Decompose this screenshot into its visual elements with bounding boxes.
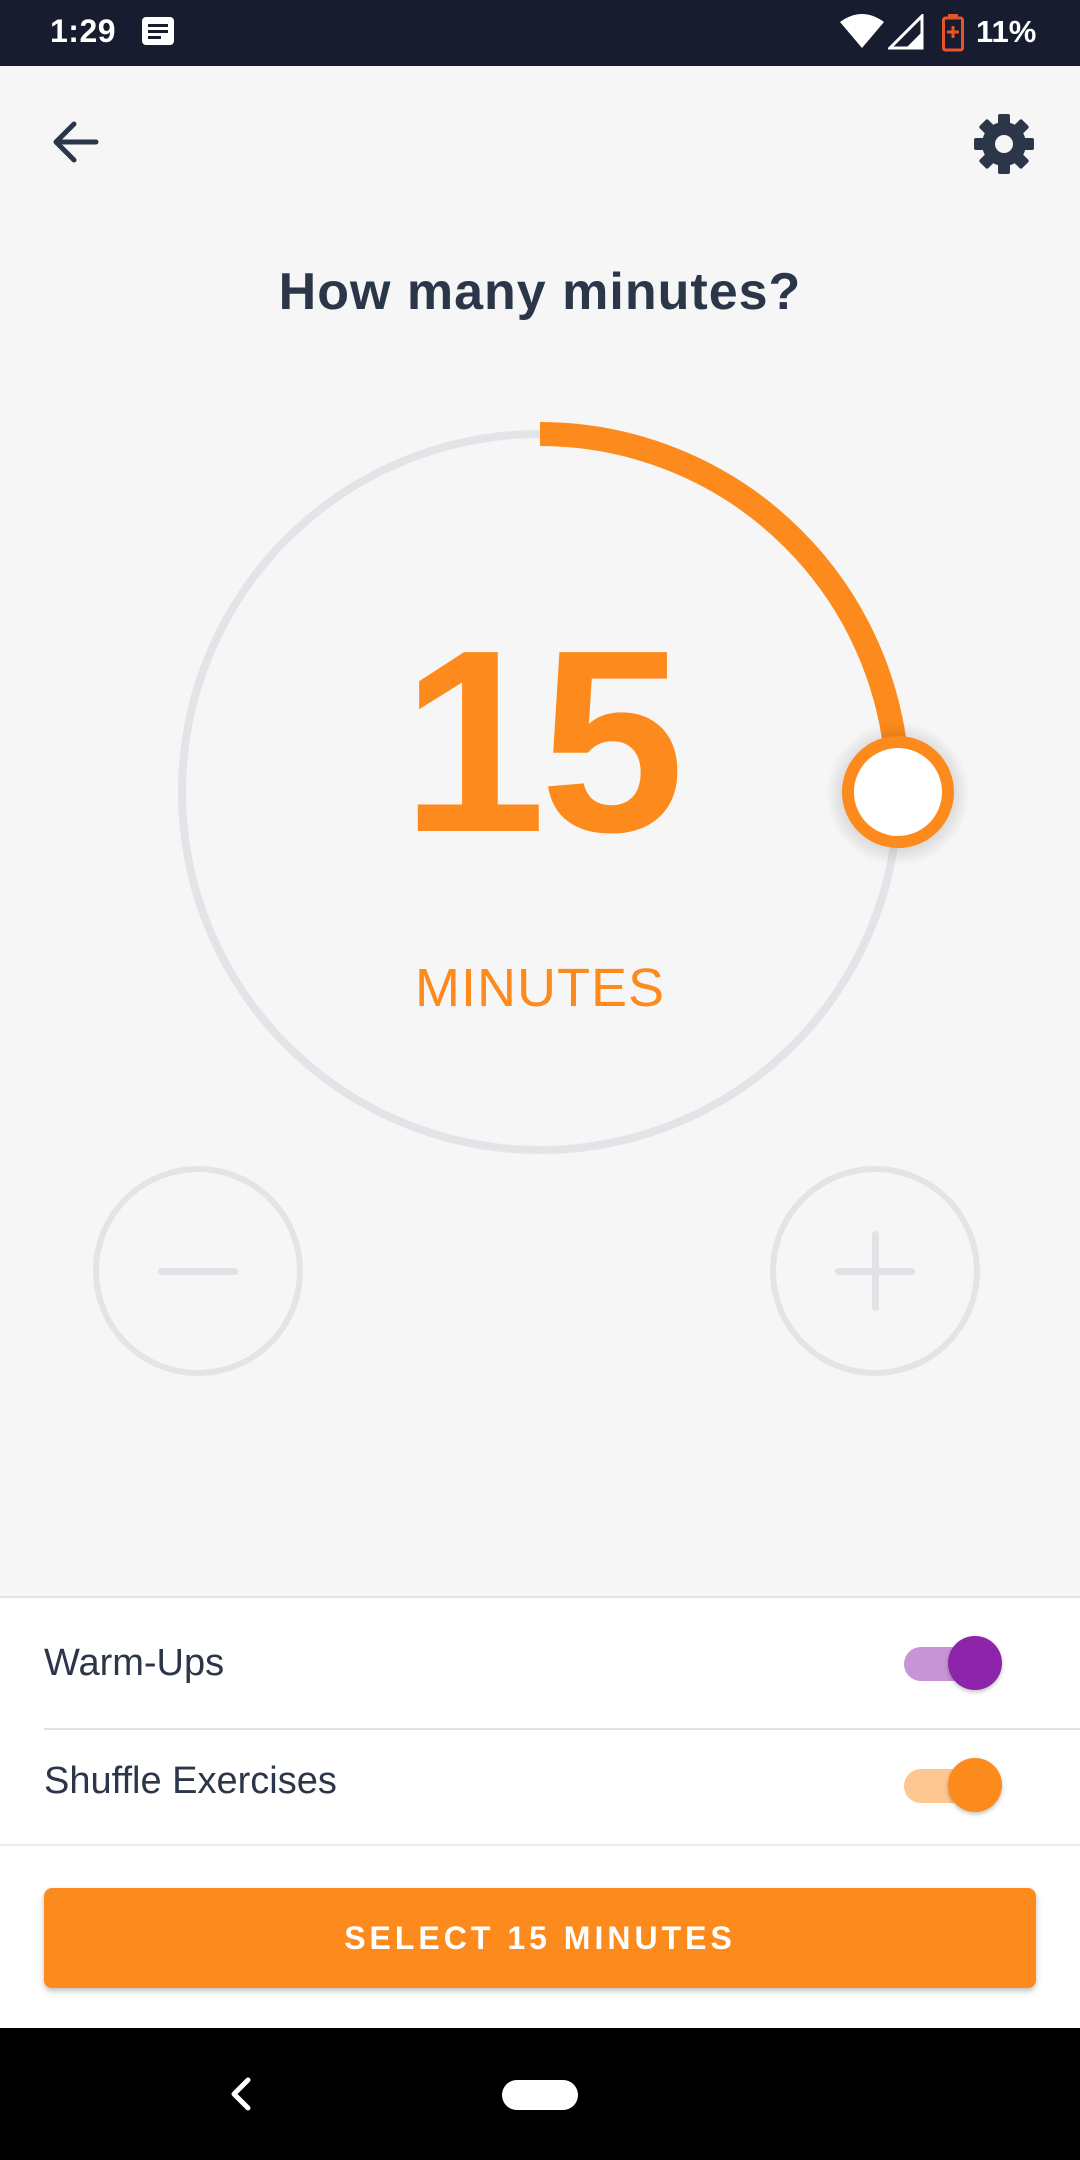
settings-button[interactable] <box>970 110 1038 178</box>
page-title: How many minutes? <box>278 263 802 321</box>
status-time: 1:29 <box>50 13 117 49</box>
message-icon <box>141 16 175 51</box>
wifi-icon <box>840 14 884 55</box>
battery-percent: 11% <box>976 14 1037 49</box>
decrease-minutes-button[interactable] <box>93 1166 303 1376</box>
option-warm-ups: Warm-Ups <box>0 1598 1080 1728</box>
bottom-action-area: SELECT 15 MINUTES <box>0 1844 1080 2030</box>
arrow-left-icon <box>53 121 99 163</box>
increase-minutes-button[interactable] <box>770 1166 980 1376</box>
toggle-knob <box>948 1758 1002 1812</box>
shuffle-exercises-toggle[interactable] <box>904 1754 1004 1814</box>
option-label: Warm-Ups <box>44 1642 225 1684</box>
battery-low-icon <box>942 14 964 57</box>
workout-options: Warm-Ups Shuffle Exercises <box>0 1596 1080 1846</box>
minutes-unit-label: MINUTES <box>415 958 665 1018</box>
nav-home-pill[interactable] <box>502 2080 578 2110</box>
warm-ups-toggle[interactable] <box>904 1632 1004 1692</box>
back-button[interactable] <box>46 112 106 172</box>
system-nav-bar <box>0 2028 1080 2160</box>
toggle-knob <box>948 1636 1002 1690</box>
minutes-value: 15 <box>401 597 684 887</box>
nav-back-icon[interactable] <box>222 2072 258 2116</box>
status-bar: 1:29 11% <box>0 0 1080 66</box>
select-minutes-button[interactable]: SELECT 15 MINUTES <box>44 1888 1036 1988</box>
option-shuffle-exercises: Shuffle Exercises <box>0 1730 1080 1844</box>
signal-icon <box>886 12 924 55</box>
option-label: Shuffle Exercises <box>44 1760 337 1802</box>
gear-icon <box>974 114 1034 174</box>
